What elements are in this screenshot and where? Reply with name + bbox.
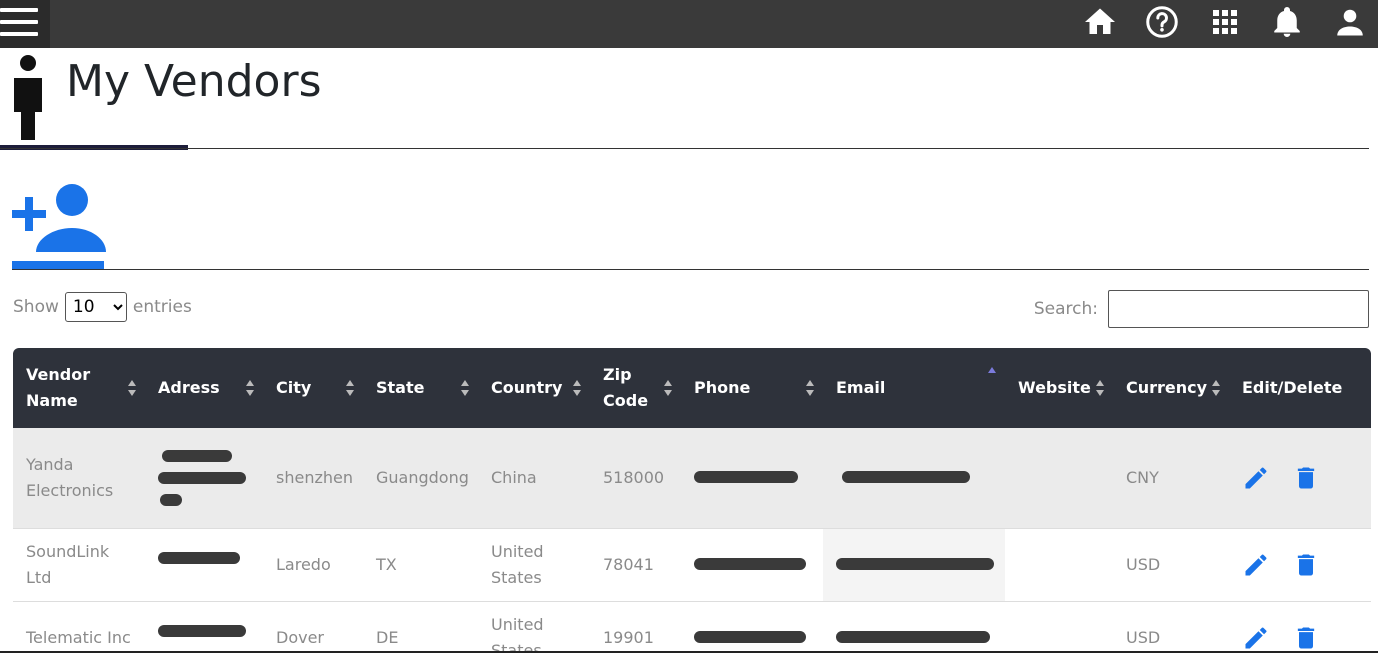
cell-city: Dover: [276, 627, 324, 647]
cell-zip: 518000: [603, 467, 665, 487]
col-header-website[interactable]: Website: [1005, 348, 1113, 428]
cell-zip: 19901: [603, 627, 654, 647]
sort-icon: [1096, 380, 1104, 396]
cell-address-redacted: [145, 428, 263, 528]
menu-bar: [0, 8, 38, 12]
cell-actions: [1229, 428, 1371, 528]
hamburger-menu-button[interactable]: [0, 0, 50, 48]
help-icon[interactable]: [1144, 4, 1180, 40]
table-row[interactable]: Yanda Electronics shenzhen Guangdong Chi…: [13, 428, 1371, 528]
cell-address-redacted: [145, 601, 263, 653]
sort-icon: [664, 380, 672, 396]
sort-icon: [806, 380, 814, 396]
search-label: Search:: [1033, 299, 1098, 319]
edit-pencil-icon[interactable]: [1242, 623, 1270, 653]
page-size-select[interactable]: 10: [64, 292, 127, 322]
cell-city: Laredo: [276, 554, 331, 574]
table-row[interactable]: Telematic Inc Dover DE United States 199…: [13, 601, 1371, 653]
cell-address-redacted: [145, 528, 263, 601]
row-actions: [1242, 463, 1361, 493]
cell-currency: CNY: [1126, 467, 1159, 487]
row-actions: [1242, 623, 1361, 653]
cell-phone-redacted: [681, 428, 823, 528]
cell-actions: [1229, 601, 1371, 653]
sort-ascending-icon: [988, 367, 996, 374]
col-header-vendor-name[interactable]: Vendor Name: [13, 348, 145, 428]
col-header-zip-code[interactable]: Zip Code: [590, 348, 681, 428]
delete-trash-icon[interactable]: [1292, 550, 1320, 580]
col-header-state[interactable]: State: [363, 348, 478, 428]
title-divider: [0, 148, 1369, 149]
page-header: My Vendors: [0, 48, 1378, 150]
vendors-table-container: Vendor Name Adress City State Country Zi…: [13, 348, 1371, 653]
top-navbar: [0, 0, 1378, 48]
cell-state: Guangdong: [376, 467, 469, 487]
cell-website: [1005, 528, 1113, 601]
table-row[interactable]: SoundLink Ltd Laredo TX United States 78…: [13, 528, 1371, 601]
cell-state: TX: [376, 554, 397, 574]
cell-country: China: [491, 467, 537, 487]
col-header-phone[interactable]: Phone: [681, 348, 823, 428]
page-size-control: Show 10 entries: [13, 292, 192, 322]
cell-currency: USD: [1126, 554, 1161, 574]
menu-bar: [0, 32, 38, 36]
entries-label: entries: [132, 297, 192, 317]
cell-country: United States: [491, 541, 544, 587]
col-header-city[interactable]: City: [263, 348, 363, 428]
col-header-country[interactable]: Country: [478, 348, 590, 428]
section-divider: [12, 269, 1369, 270]
cell-phone-redacted: [681, 601, 823, 653]
delete-trash-icon[interactable]: [1292, 623, 1320, 653]
col-header-address[interactable]: Adress: [145, 348, 263, 428]
row-actions: [1242, 550, 1361, 580]
search-control: Search:: [1034, 290, 1369, 328]
sort-icon: [573, 380, 581, 396]
vendors-table: Vendor Name Adress City State Country Zi…: [13, 348, 1371, 653]
user-icon[interactable]: [1332, 4, 1368, 40]
cell-email-redacted: [823, 601, 1005, 653]
menu-bar: [0, 20, 38, 24]
col-header-currency[interactable]: Currency: [1113, 348, 1229, 428]
cell-vendor-name: Yanda Electronics: [26, 454, 114, 500]
cell-city: shenzhen: [276, 467, 353, 487]
cell-vendor-name: Telematic Inc: [26, 627, 131, 647]
cell-actions: [1229, 528, 1371, 601]
page-title: My Vendors: [66, 56, 322, 107]
apps-grid-icon[interactable]: [1207, 4, 1243, 40]
add-vendor-underline: [12, 261, 104, 269]
sort-icon: [246, 380, 254, 396]
show-label: Show: [13, 297, 59, 317]
sort-icon: [461, 380, 469, 396]
cell-website: [1005, 428, 1113, 528]
person-icon: [14, 55, 42, 140]
col-header-edit-delete: Edit/Delete: [1242, 378, 1343, 397]
cell-zip: 78041: [603, 554, 654, 574]
bell-icon[interactable]: [1269, 4, 1305, 40]
add-vendor-button[interactable]: [12, 182, 106, 262]
sort-icon: [128, 380, 136, 396]
cell-phone-redacted: [681, 528, 823, 601]
edit-pencil-icon[interactable]: [1242, 550, 1270, 580]
col-header-email[interactable]: Email: [823, 348, 1005, 428]
sort-icon: [346, 380, 354, 396]
cell-currency: USD: [1126, 627, 1161, 647]
cell-state: DE: [376, 627, 399, 647]
sort-icon: [1212, 380, 1220, 396]
cell-website: [1005, 601, 1113, 653]
cell-email-redacted: [823, 428, 1005, 528]
cell-email-redacted: [823, 528, 1005, 601]
home-icon[interactable]: [1082, 4, 1118, 40]
table-header-row: Vendor Name Adress City State Country Zi…: [13, 348, 1371, 428]
delete-trash-icon[interactable]: [1292, 463, 1320, 493]
edit-pencil-icon[interactable]: [1242, 463, 1270, 493]
search-input[interactable]: [1108, 290, 1369, 328]
cell-country: United States: [491, 614, 544, 653]
cell-vendor-name: SoundLink Ltd: [26, 541, 110, 587]
